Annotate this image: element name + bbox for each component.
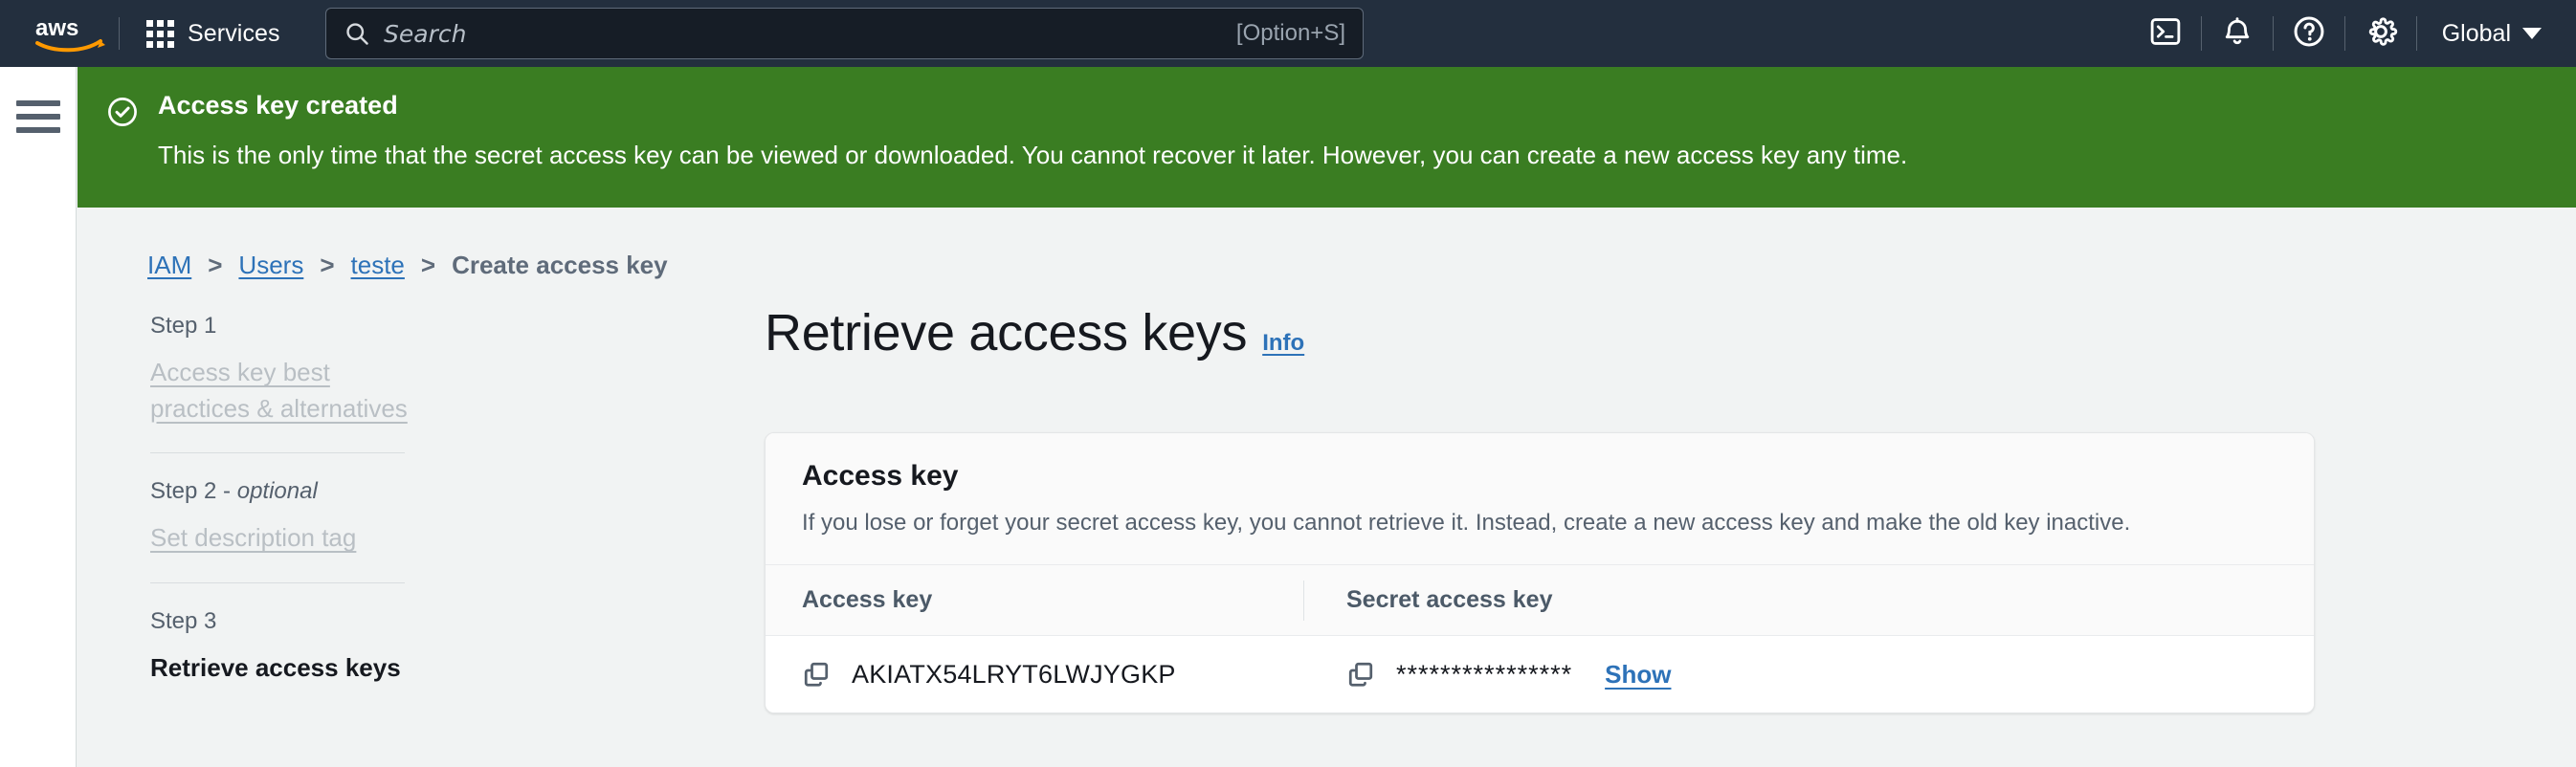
cloudshell-button[interactable]	[2130, 0, 2201, 67]
wizard-step-3-label: Step 3	[150, 608, 217, 635]
access-key-card-description: If you lose or forget your secret access…	[802, 510, 2131, 536]
cloudshell-icon	[2149, 15, 2182, 53]
aws-logo[interactable]: aws	[21, 0, 119, 67]
menu-toggle-button[interactable]	[16, 100, 60, 133]
breadcrumb-item-current: Create access key	[452, 251, 668, 279]
hamburger-icon-bar	[16, 100, 60, 106]
breadcrumb: IAM > Users > teste > Create access key	[147, 251, 668, 280]
settings-button[interactable]	[2345, 0, 2416, 67]
breadcrumb-item-teste[interactable]: teste	[351, 251, 405, 280]
svg-text:aws: aws	[35, 15, 78, 41]
region-label: Global	[2441, 19, 2511, 47]
chevron-down-icon	[2522, 28, 2542, 39]
top-nav-right-group: Global	[2130, 0, 2576, 67]
secret-access-key-masked-value: ****************	[1396, 659, 1573, 689]
breadcrumb-item-iam[interactable]: IAM	[147, 251, 191, 280]
flash-text-group: Access key created This is the only time…	[158, 90, 1907, 172]
wizard-step-2-label: Step 2 - optional	[150, 478, 428, 505]
breadcrumb-separator-icon: >	[208, 251, 223, 279]
help-button[interactable]	[2274, 0, 2344, 67]
access-key-card-header: Access key If you lose or forget your se…	[766, 433, 2314, 566]
wizard-step-3: Step 3 Retrieve access keys	[150, 608, 428, 685]
success-flash-banner: Access key created This is the only time…	[78, 67, 2576, 208]
column-header-secret-access-key: Secret access key	[1346, 586, 1553, 614]
left-rail	[0, 67, 77, 767]
breadcrumb-separator-icon: >	[420, 251, 436, 279]
page-heading-group: Retrieve access keys Info	[765, 303, 1304, 362]
copy-access-key-button[interactable]	[802, 660, 831, 689]
wizard-step-2: Step 2 - optional Set description tag	[150, 478, 428, 557]
search-shortcut-hint: [Option+S]	[1235, 20, 1345, 46]
bell-icon	[2221, 15, 2254, 53]
access-key-card-title: Access key	[802, 460, 959, 492]
global-search-box[interactable]: Search [Option+S]	[325, 8, 1364, 59]
column-header-access-key: Access key	[802, 586, 933, 614]
breadcrumb-item-users[interactable]: Users	[238, 251, 303, 280]
flash-body: This is the only time that the secret ac…	[158, 140, 1908, 169]
page-title: Retrieve access keys	[765, 304, 1248, 362]
wizard-steps-sidebar: Step 1 Access key best practices & alter…	[150, 313, 428, 685]
services-label: Services	[188, 19, 280, 47]
search-input-placeholder[interactable]: Search	[384, 20, 1236, 48]
wizard-step-2-link[interactable]: Set description tag	[150, 523, 356, 552]
wizard-step-1-label: Step 1	[150, 313, 217, 339]
check-circle-icon	[106, 96, 139, 133]
table-row: AKIATX54LRYT6LWJYGKP **************** Sh…	[766, 636, 2314, 713]
access-key-table-header: Access key Secret access key	[766, 565, 2314, 637]
flash-title: Access key created	[158, 91, 398, 120]
cell-access-key: AKIATX54LRYT6LWJYGKP	[766, 636, 1303, 712]
hamburger-icon-bar	[16, 114, 60, 120]
services-menu-button[interactable]: Services	[129, 11, 298, 57]
step-divider	[150, 582, 405, 584]
access-key-value: AKIATX54LRYT6LWJYGKP	[852, 659, 1176, 689]
cell-secret-access-key: **************** Show	[1303, 636, 1671, 712]
wizard-step-2-optional-tag: optional	[236, 478, 318, 505]
wizard-step-1: Step 1 Access key best practices & alter…	[150, 313, 428, 427]
wizard-step-2-label-text: Step 2 -	[150, 478, 237, 505]
wizard-step-1-link[interactable]: Access key best practices & alternatives	[150, 358, 408, 423]
access-key-card: Access key If you lose or forget your se…	[765, 432, 2315, 714]
hamburger-icon-bar	[16, 127, 60, 133]
info-link[interactable]: Info	[1262, 330, 1304, 357]
wizard-step-3-title: Retrieve access keys	[150, 653, 401, 683]
grid-icon	[146, 19, 174, 48]
search-icon	[344, 20, 370, 47]
show-secret-link[interactable]: Show	[1605, 660, 1671, 690]
gear-icon	[2364, 14, 2398, 54]
nav-divider	[119, 17, 120, 50]
step-divider	[150, 452, 405, 454]
help-circle-icon	[2292, 14, 2326, 54]
top-navigation-bar: aws Services Search [Option+S] Global	[0, 0, 2576, 67]
notifications-button[interactable]	[2202, 0, 2273, 67]
region-selector[interactable]: Global	[2417, 0, 2576, 67]
page-content: IAM > Users > teste > Create access key …	[78, 208, 2576, 767]
breadcrumb-separator-icon: >	[320, 251, 335, 279]
copy-secret-access-key-button[interactable]	[1346, 660, 1375, 689]
